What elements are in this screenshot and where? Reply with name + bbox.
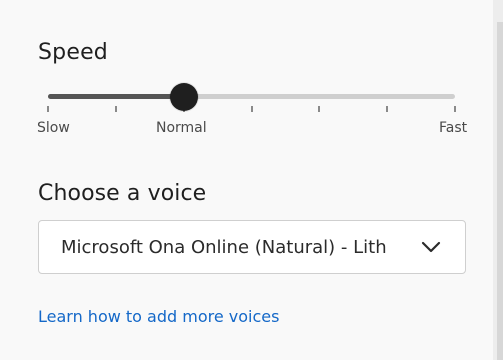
speed-tick-6: [386, 106, 389, 112]
speed-heading: Speed: [38, 40, 108, 65]
speed-slider-fill: [48, 94, 184, 99]
chevron-down-icon[interactable]: [419, 235, 443, 259]
speed-tick-5: [318, 106, 321, 112]
speed-slider-thumb[interactable]: [169, 83, 198, 111]
speed-label-slow: Slow: [37, 120, 70, 136]
speed-tick-2: [114, 106, 117, 112]
speed-tick-1: [47, 106, 49, 112]
speed-label-fast: Fast: [439, 120, 468, 136]
speed-tick-7: [454, 106, 456, 112]
selected-voice-value: Microsoft Ona Online (Natural) - Lith: [61, 237, 387, 258]
speed-tick-4: [250, 106, 253, 112]
panel-scrollbar[interactable]: [493, 0, 503, 360]
voice-dropdown[interactable]: Microsoft Ona Online (Natural) - Lith: [38, 220, 466, 274]
scrollbar-track[interactable]: [497, 22, 503, 360]
speed-label-normal: Normal: [156, 120, 207, 136]
read-aloud-settings-panel: Speed Slow Normal Fast Choose a voice Mi…: [0, 0, 493, 360]
speed-slider[interactable]: [47, 83, 456, 112]
learn-more-voices-link[interactable]: Learn how to add more voices: [38, 307, 279, 326]
voice-heading: Choose a voice: [38, 181, 207, 206]
